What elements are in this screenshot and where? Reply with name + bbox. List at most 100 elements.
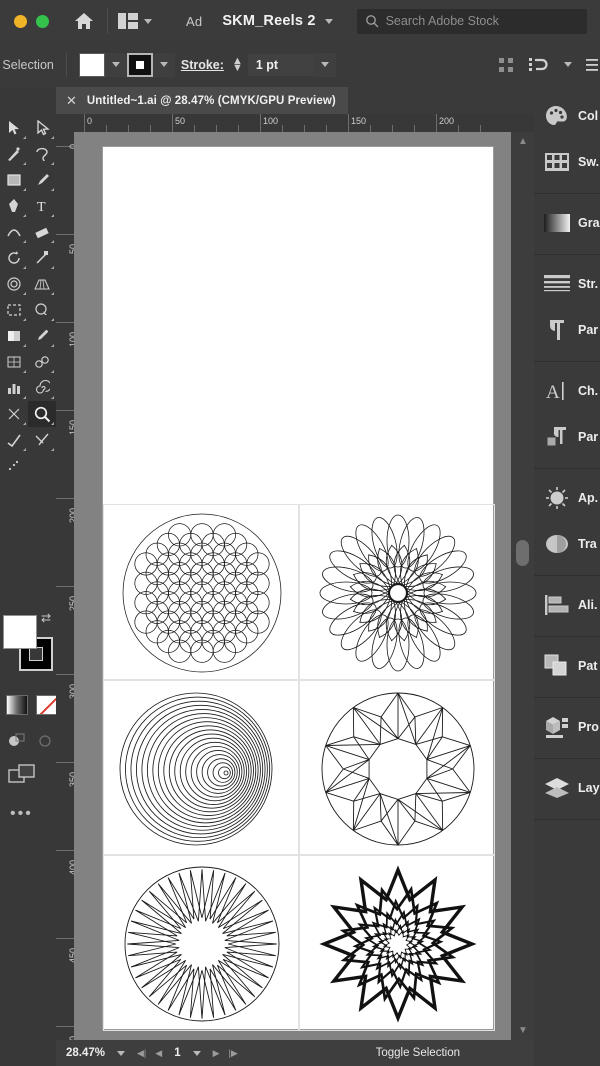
mesh-tool[interactable] bbox=[0, 349, 28, 375]
panel-item-layers[interactable]: Lay bbox=[534, 765, 600, 811]
more-tools-icon[interactable]: ••• bbox=[10, 805, 33, 823]
adobe-stock-search[interactable]: Search Adobe Stock bbox=[356, 8, 587, 34]
home-icon[interactable] bbox=[71, 8, 97, 34]
panel-item-character[interactable]: A Ch. bbox=[534, 368, 600, 414]
draw-behind-icon[interactable] bbox=[36, 731, 56, 749]
panel-item-color[interactable]: Col bbox=[534, 93, 600, 139]
nested-twelve-point-star-mandala[interactable] bbox=[299, 855, 495, 1032]
swap-fill-stroke-icon[interactable]: ⇄ bbox=[41, 611, 51, 625]
next-page-icon[interactable]: ▶ bbox=[213, 1048, 220, 1059]
fill-proxy-swatch[interactable] bbox=[3, 615, 37, 649]
panel-item-transparency[interactable]: Tra bbox=[534, 521, 600, 567]
panel-item-paragraph[interactable]: Par bbox=[534, 307, 600, 353]
fill-dropdown-chevron-icon[interactable] bbox=[104, 52, 127, 77]
first-page-icon[interactable]: ◀| bbox=[137, 1048, 146, 1059]
slice-tool[interactable] bbox=[0, 401, 28, 427]
ten-point-star-mandala[interactable] bbox=[299, 679, 495, 856]
type-tool[interactable]: T bbox=[28, 193, 56, 219]
curvature-tool[interactable] bbox=[0, 219, 28, 245]
align-chevron-down-icon[interactable] bbox=[564, 62, 572, 67]
panel-item-appearance[interactable]: Ap. bbox=[534, 475, 600, 521]
stroke-color-swatch[interactable] bbox=[126, 52, 153, 77]
color-mode-buttons bbox=[6, 695, 58, 715]
panel-label-paragraph: Par bbox=[578, 323, 599, 337]
pencil-tool[interactable] bbox=[0, 453, 28, 479]
vertical-ruler[interactable]: 0 50 100 150 200 250 300 350 400 450 500 bbox=[56, 132, 74, 1040]
scrollbar-thumb[interactable] bbox=[516, 540, 529, 566]
page-number-input[interactable]: 1 bbox=[174, 1047, 180, 1059]
document-name[interactable]: SKM_Reels 2 bbox=[222, 13, 315, 29]
rotate-tool[interactable] bbox=[0, 245, 28, 271]
gradient-tool[interactable] bbox=[0, 323, 28, 349]
document-chevron-down-icon[interactable] bbox=[324, 18, 333, 24]
stroke-weight-input[interactable]: 1 pt bbox=[247, 53, 314, 76]
blend-tool[interactable] bbox=[0, 271, 28, 297]
page-chevron-down-icon[interactable] bbox=[192, 1050, 201, 1056]
dock-group-gradient: Gra bbox=[534, 194, 600, 255]
twenty-point-sunburst-star[interactable] bbox=[103, 855, 299, 1032]
zoom-tool[interactable] bbox=[28, 401, 56, 427]
artboard-tool[interactable] bbox=[0, 297, 28, 323]
artboard[interactable] bbox=[102, 146, 495, 1032]
zoom-level-input[interactable]: 28.47% bbox=[66, 1047, 105, 1059]
chevron-down-icon[interactable] bbox=[144, 18, 152, 24]
document-tab-strip: ✕ Untitled~1.ai @ 28.47% (CMYK/GPU Previ… bbox=[56, 87, 534, 114]
width-tool[interactable] bbox=[0, 427, 28, 453]
perspective-grid-tool[interactable] bbox=[28, 271, 56, 297]
tool-status-label: Toggle Selection bbox=[375, 1047, 460, 1059]
selection-tool[interactable] bbox=[0, 115, 28, 141]
eyedropper-tool[interactable] bbox=[28, 323, 56, 349]
options-icon[interactable] bbox=[586, 57, 598, 73]
screen-mode-icon[interactable] bbox=[8, 763, 38, 785]
paintbrush-tool[interactable] bbox=[28, 167, 56, 193]
panel-item-properties[interactable]: Pro bbox=[534, 704, 600, 750]
stroke-weight-chevron-icon[interactable] bbox=[313, 52, 336, 77]
rectangle-tool[interactable] bbox=[0, 167, 28, 193]
panel-item-gradient[interactable]: Gra bbox=[534, 200, 600, 246]
gradient-swatch-button[interactable] bbox=[6, 695, 28, 715]
maximize-button[interactable] bbox=[36, 14, 49, 28]
zoom-chevron-down-icon[interactable] bbox=[117, 1050, 126, 1056]
scroll-down-icon[interactable]: ▼ bbox=[518, 1025, 528, 1036]
stroke-label[interactable]: Stroke: bbox=[181, 58, 224, 72]
column-graph-tool[interactable] bbox=[0, 375, 28, 401]
spirograph-rosette[interactable] bbox=[299, 504, 495, 680]
panel-item-stroke[interactable]: Str. bbox=[534, 261, 600, 307]
stroke-dropdown-chevron-icon[interactable] bbox=[152, 52, 175, 77]
scroll-up-icon[interactable]: ▲ bbox=[518, 136, 528, 147]
minimize-button[interactable] bbox=[14, 14, 27, 28]
window-controls[interactable] bbox=[14, 14, 49, 28]
workspace-grid-icon[interactable] bbox=[118, 13, 152, 29]
canvas-vertical-scrollbar[interactable]: ▲ ▼ bbox=[511, 132, 534, 1040]
lasso-tool[interactable] bbox=[28, 141, 56, 167]
panel-item-paragraph-styles[interactable]: Par bbox=[534, 414, 600, 460]
fill-color-swatch[interactable] bbox=[78, 52, 105, 77]
eraser-tool[interactable] bbox=[28, 219, 56, 245]
document-tab[interactable]: ✕ Untitled~1.ai @ 28.47% (CMYK/GPU Previ… bbox=[56, 87, 348, 114]
magic-wand-tool[interactable] bbox=[0, 141, 28, 167]
none-swatch-button[interactable] bbox=[36, 695, 58, 715]
eccentric-concentric-circles[interactable] bbox=[103, 679, 299, 856]
prev-page-icon[interactable]: ◀ bbox=[155, 1048, 162, 1059]
pen-tool[interactable] bbox=[0, 193, 28, 219]
panel-item-swatches[interactable]: Sw. bbox=[534, 139, 600, 185]
panel-item-align[interactable]: Ali. bbox=[534, 582, 600, 628]
transform-icon[interactable] bbox=[498, 57, 514, 73]
stroke-stepper[interactable]: ▲ ▼ bbox=[232, 55, 243, 73]
panel-dock: Col Sw. Gra Str. Par A Ch. Par Ap. Tra A… bbox=[534, 87, 600, 1040]
shape-builder-tool[interactable] bbox=[28, 297, 56, 323]
canvas-area[interactable] bbox=[74, 132, 511, 1040]
direct-selection-tool[interactable] bbox=[28, 115, 56, 141]
scale-tool[interactable] bbox=[28, 245, 56, 271]
symbol-sprayer-tool[interactable] bbox=[28, 349, 56, 375]
flower-of-life-pattern[interactable] bbox=[103, 504, 299, 680]
panel-item-pathfinder[interactable]: Pat bbox=[534, 643, 600, 689]
horizontal-ruler[interactable]: 0 50 100 150 200 bbox=[56, 114, 534, 132]
align-icon[interactable] bbox=[528, 57, 550, 73]
last-page-icon[interactable]: |▶ bbox=[229, 1048, 238, 1059]
draw-normal-icon[interactable] bbox=[6, 731, 26, 749]
blob-brush-tool[interactable] bbox=[28, 427, 56, 453]
spiral-tool[interactable] bbox=[28, 375, 56, 401]
close-icon[interactable]: ✕ bbox=[66, 93, 77, 109]
